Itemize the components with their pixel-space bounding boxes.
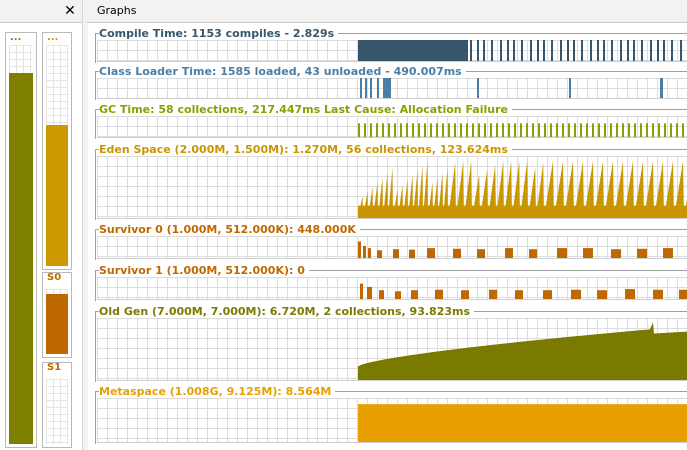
- old-gen-title: Old Gen (7.000M, 7.000M): 6.720M, 2 coll…: [99, 305, 475, 318]
- survivor-1-title: Survivor 1 (1.000M, 512.000K): 0: [99, 264, 309, 277]
- old-gen-gauge-fill: [9, 72, 33, 444]
- spaces-tab[interactable]: ✕: [0, 0, 82, 23]
- gc-time-graph: GC Time: 58 collections, 217.447ms Last …: [95, 103, 687, 139]
- survivor-0-series: [358, 241, 673, 258]
- survivor-0-title: Survivor 0 (1.000M, 512.000K): 448.000K: [99, 223, 360, 236]
- metaspace-plot: [97, 398, 687, 443]
- eden-gauge-track: [46, 45, 68, 266]
- survivor-1-plot: [97, 277, 687, 300]
- graphs-tab-label: Graphs: [97, 4, 137, 17]
- eden-gauge-fill: [46, 124, 68, 266]
- survivor-0-gauge: S0: [42, 272, 72, 358]
- old-gen-gauge-label: ...: [6, 33, 36, 44]
- survivor-1-graph: Survivor 1 (1.000M, 512.000K): 0: [95, 264, 687, 301]
- pane-splitter[interactable]: [82, 0, 88, 450]
- old-gen-series: [358, 322, 687, 380]
- survivor-1-gauge: S1: [42, 362, 72, 448]
- class-loader-title: Class Loader Time: 1585 loaded, 43 unloa…: [99, 65, 466, 78]
- survivor-0-plot: [97, 236, 687, 259]
- compile-time-plot: [97, 40, 687, 62]
- graphs-tab[interactable]: Graphs: [87, 0, 687, 23]
- old-gen-gauge-track: [9, 45, 33, 444]
- class-loader-series: [360, 78, 663, 98]
- eden-gauge-label: ...: [43, 33, 71, 44]
- gc-time-series: [358, 123, 684, 137]
- metaspace-title: Metaspace (1.008G, 9.125M): 8.564M: [99, 385, 336, 398]
- survivor-0-gauge-track: [46, 289, 68, 354]
- class-loader-plot: [97, 78, 687, 99]
- metaspace-series: [358, 404, 687, 442]
- eden-space-title: Eden Space (2.000M, 1.500M): 1.270M, 56 …: [99, 143, 512, 156]
- eden-space-series: [358, 160, 687, 218]
- compile-time-series: [358, 40, 682, 61]
- survivor-1-gauge-label: S1: [43, 363, 71, 374]
- old-gen-plot: [97, 318, 687, 381]
- survivor-0-graph: Survivor 0 (1.000M, 512.000K): 448.000K: [95, 223, 687, 260]
- old-gen-gauge: ...: [5, 32, 37, 448]
- survivor-1-series: [360, 283, 687, 299]
- survivor-1-gauge-track: [46, 379, 68, 444]
- eden-space-plot: [97, 156, 687, 219]
- eden-space-graph: Eden Space (2.000M, 1.500M): 1.270M, 56 …: [95, 143, 687, 220]
- gc-time-title: GC Time: 58 collections, 217.447ms Last …: [99, 103, 512, 116]
- survivor-0-gauge-fill: [46, 293, 68, 354]
- eden-gauge: ...: [42, 32, 72, 270]
- metaspace-graph: Metaspace (1.008G, 9.125M): 8.564M: [95, 385, 687, 444]
- compile-time-title: Compile Time: 1153 compiles - 2.829s: [99, 27, 339, 40]
- close-tab-icon[interactable]: ✕: [62, 2, 78, 20]
- survivor-0-gauge-label: S0: [43, 273, 71, 284]
- old-gen-graph: Old Gen (7.000M, 7.000M): 6.720M, 2 coll…: [95, 305, 687, 382]
- spaces-pane: ✕ ... ... S0 S1: [0, 0, 88, 450]
- class-loader-graph: Class Loader Time: 1585 loaded, 43 unloa…: [95, 65, 687, 100]
- compile-time-graph: Compile Time: 1153 compiles - 2.829s: [95, 27, 687, 63]
- gc-time-plot: [97, 116, 687, 138]
